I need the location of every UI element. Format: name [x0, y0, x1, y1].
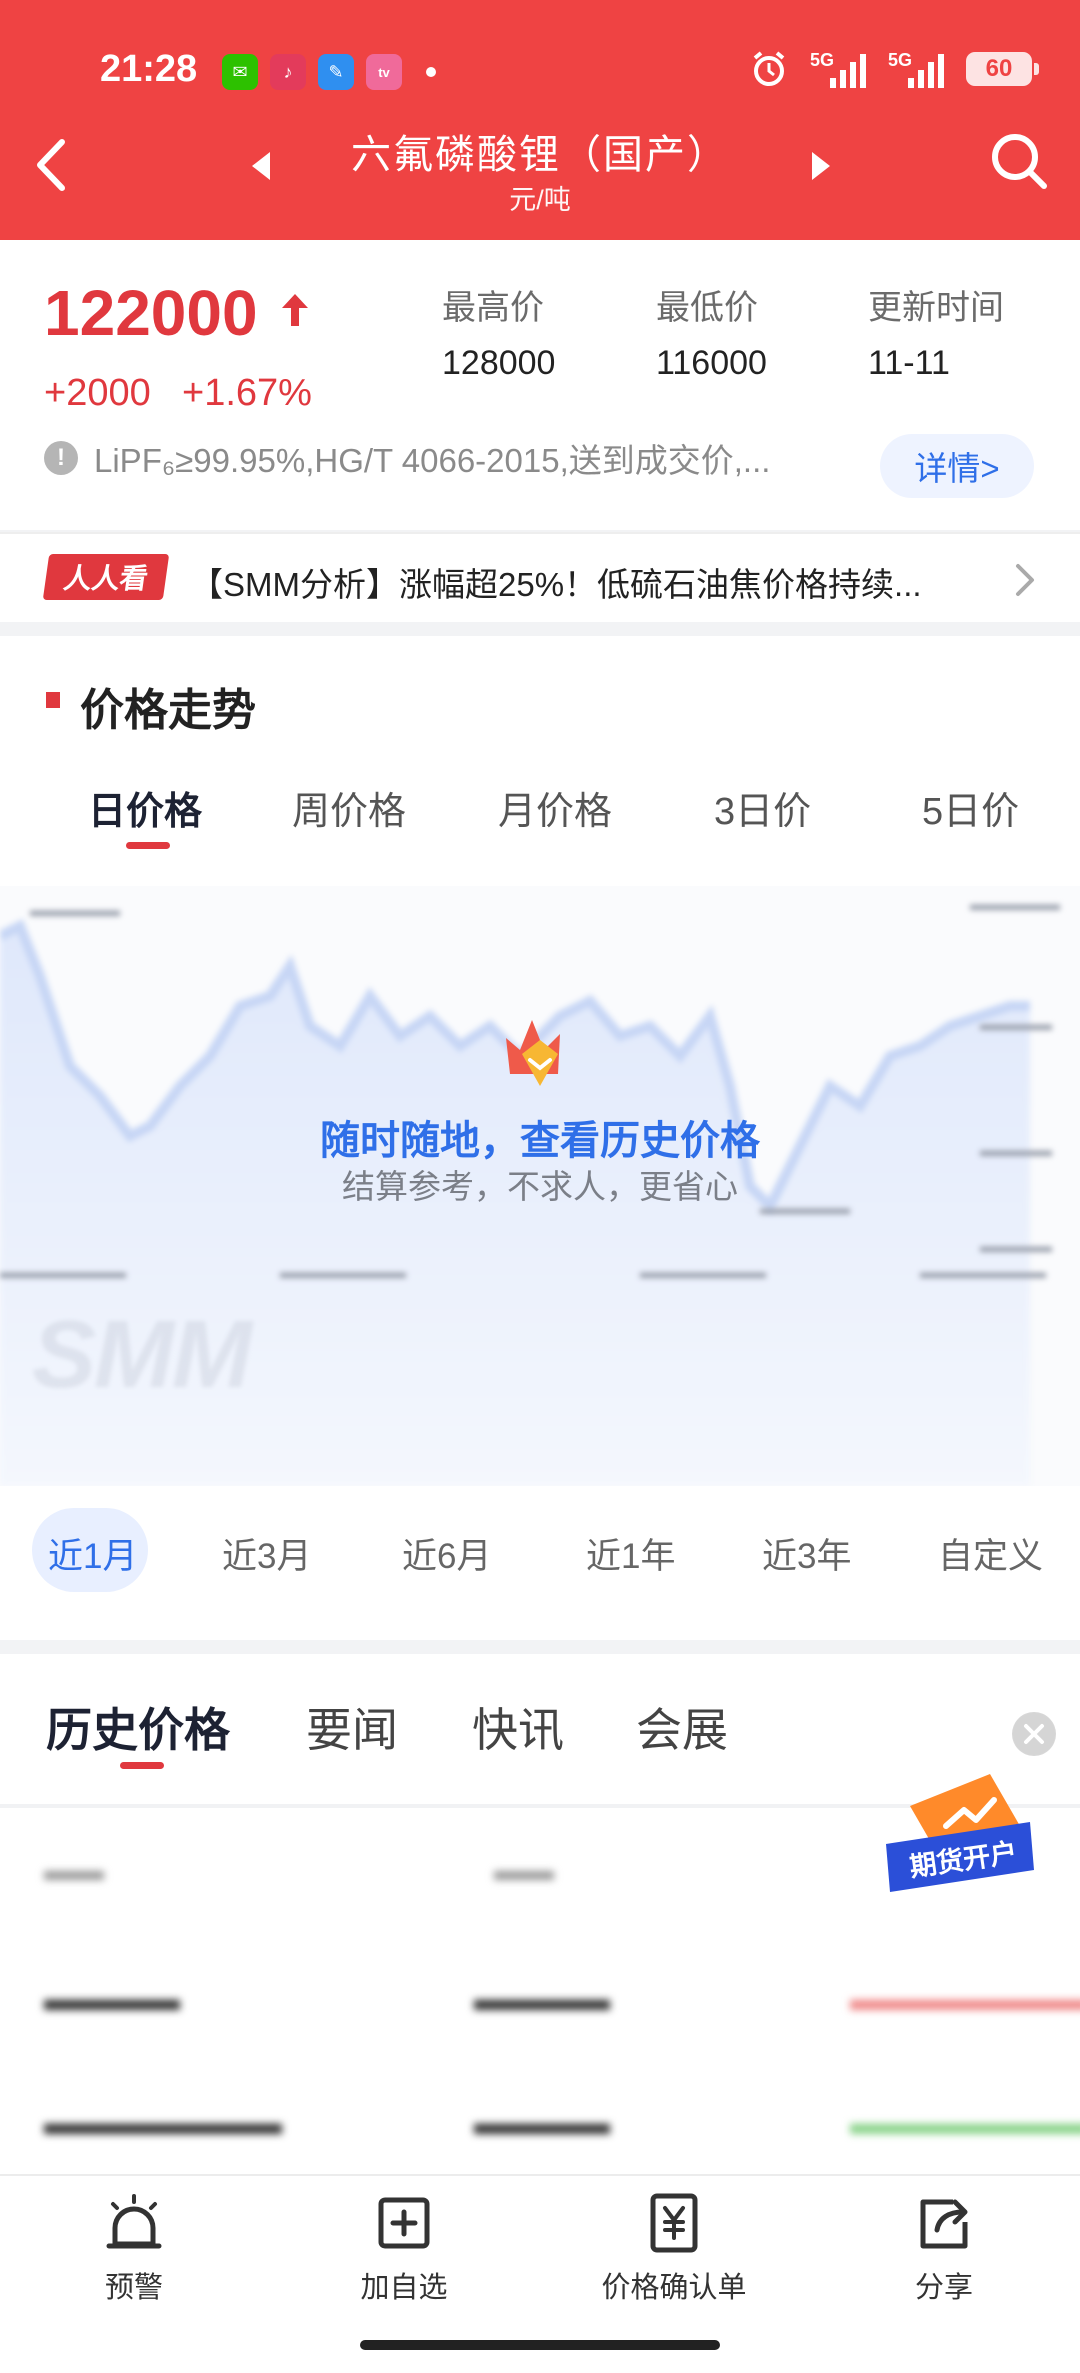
- tab-weekly-price[interactable]: 周价格: [292, 780, 406, 835]
- range-6-months[interactable]: 近6月: [402, 1528, 491, 1579]
- chart-label-blurred: ▬▬▬▬▬▬▬: [0, 1262, 126, 1282]
- current-price: 122000: [44, 277, 258, 349]
- tab-flash[interactable]: 快讯: [472, 1694, 564, 1760]
- blurred-cell: ▬▬▬▬▬▬▬: [850, 2104, 1080, 2142]
- price-unit: 元/吨: [509, 185, 571, 215]
- price-change: +2000: [44, 372, 151, 414]
- history-row-blurred: ▬▬▬▬▬▬▬ ▬▬▬▬ ▬▬▬▬▬▬▬: [0, 2064, 1080, 2184]
- high-price-label: 最高价: [442, 289, 544, 327]
- alert-button[interactable]: 预警: [24, 2192, 244, 2306]
- chart-label-blurred: ▬▬▬▬: [980, 1140, 1052, 1160]
- chart-label-blurred: ▬▬▬▬▬▬▬: [920, 1262, 1046, 1282]
- blurred-cell: ▬▬: [494, 1854, 554, 1887]
- music-icon: ♪: [270, 54, 306, 90]
- range-3-years[interactable]: 近3年: [762, 1528, 851, 1579]
- price-change-pct: +1.67%: [182, 372, 312, 414]
- trend-title: 价格走势: [80, 686, 256, 735]
- price-confirmation-label: 价格确认单: [601, 2272, 747, 2304]
- tab-3day-price[interactable]: 3日价: [714, 780, 811, 835]
- detail-button[interactable]: 详情>: [880, 434, 1034, 498]
- signal-5g-icon-2: 5G: [888, 50, 944, 88]
- bilibili-icon: tv: [366, 54, 402, 90]
- tab-monthly-price[interactable]: 月价格: [498, 780, 612, 835]
- news-ticker[interactable]: 人人看 【SMM分析】涨幅超25%！低硫石油焦价格持续...: [0, 532, 1080, 622]
- history-tab-underline: [120, 1762, 164, 1769]
- promo-subtitle: 结算参考，不求人，更省心: [342, 1168, 738, 1205]
- blurred-cell: ▬▬▬▬: [474, 1980, 610, 2018]
- promo-title: 随时随地，查看历史价格: [320, 1119, 760, 1163]
- chart-label-blurred: ▬▬▬▬▬: [970, 894, 1060, 914]
- add-watchlist-button[interactable]: 加自选: [294, 2192, 514, 2306]
- update-time-value: 11-11: [868, 344, 950, 382]
- app-header: 21:28 ✉ ♪ ✎ tv 5G 5G 60 六氟磷酸锂（国产） 元/吨: [0, 0, 1080, 240]
- price-confirmation-button[interactable]: 价格确认单: [564, 2192, 784, 2306]
- smm-watermark-logo: SMM: [32, 1301, 252, 1408]
- home-indicator[interactable]: [360, 2340, 720, 2350]
- tab-daily-price[interactable]: 日价格: [88, 780, 202, 835]
- chart-label-blurred: ▬▬▬▬▬▬▬: [640, 1262, 766, 1282]
- chart-label-blurred: ▬▬▬▬▬: [30, 900, 120, 920]
- update-time-label: 更新时间: [868, 289, 1004, 327]
- blurred-cell: ▬▬▬▬▬▬▬: [44, 2104, 282, 2142]
- ticker-headline[interactable]: 【SMM分析】涨幅超25%！低硫石油焦价格持续...: [190, 558, 990, 606]
- signal-5g-icon: 5G: [810, 50, 866, 88]
- battery-icon: 60: [966, 52, 1039, 86]
- low-price-label: 最低价: [656, 289, 758, 327]
- price-panel: 122000 +2000 +1.67% 最高价 128000 最低价 11600…: [0, 240, 1080, 530]
- chart-label-blurred: ▬▬▬▬: [980, 1014, 1052, 1034]
- chart-label-blurred: ▬▬▬▬▬▬▬: [280, 1262, 406, 1282]
- close-icon[interactable]: [1012, 1712, 1056, 1756]
- spec-row: ! LiPF₆≥99.95%,HG/T 4066-2015,送到成交价,...: [44, 436, 834, 480]
- blurred-cell: ▬▬▬▬▬▬▬: [850, 1980, 1080, 2018]
- range-1-month[interactable]: 近1月: [48, 1528, 137, 1579]
- blurred-cell: ▬▬▬▬: [44, 1980, 180, 2018]
- range-3-months[interactable]: 近3月: [222, 1528, 311, 1579]
- range-1-year[interactable]: 近1年: [586, 1528, 675, 1579]
- feather-app-icon: ✎: [318, 54, 354, 90]
- tab-5day-price[interactable]: 5日价: [922, 780, 1019, 835]
- high-price-value: 128000: [442, 344, 556, 382]
- info-icon: !: [44, 441, 78, 475]
- ticker-badge: 人人看: [42, 554, 170, 600]
- low-price-value: 116000: [656, 344, 767, 382]
- tab-underline: [126, 842, 170, 849]
- status-time: 21:28: [100, 48, 198, 90]
- price-up-arrow-icon: [282, 294, 308, 326]
- bottom-action-bar: 预警 加自选 价格确认单 分享: [0, 2174, 1080, 2373]
- alarm-clock-icon: [753, 51, 785, 86]
- page-title: 六氟磷酸锂（国产）: [351, 133, 729, 177]
- alarm-bell-icon: [106, 2194, 162, 2249]
- notification-dot-icon: [426, 67, 436, 77]
- next-product-icon[interactable]: [806, 146, 836, 186]
- alert-label: 预警: [104, 2272, 163, 2304]
- tab-history-price[interactable]: 历史价格: [46, 1694, 230, 1760]
- tab-news[interactable]: 要闻: [306, 1694, 398, 1760]
- share-label: 分享: [914, 2272, 973, 2304]
- chevron-right-icon[interactable]: [1010, 560, 1040, 600]
- share-button[interactable]: 分享: [834, 2192, 1054, 2306]
- chart-label-blurred: ▬▬▬▬: [980, 1236, 1052, 1256]
- blurred-cell: ▬▬: [44, 1854, 104, 1887]
- section-marker: [46, 692, 60, 708]
- history-section: 历史价格 要闻 快讯 会展 ▬▬ ▬▬ ▬▬▬▬ ▬▬▬▬ ▬▬▬▬▬▬▬ ▬▬…: [0, 1654, 1080, 2174]
- range-custom[interactable]: 自定义: [938, 1528, 1043, 1579]
- status-app-icons: ✉ ♪ ✎ tv: [222, 54, 436, 90]
- spec-text: LiPF₆≥99.95%,HG/T 4066-2015,送到成交价,...: [94, 442, 771, 479]
- futures-account-badge[interactable]: 期货开户: [880, 1766, 1040, 1906]
- price-trend-section: 价格走势 日价格 周价格 月价格 3日价 5日价 SMM 随时随地，查看历史价格…: [0, 636, 1080, 1640]
- yuan-document-icon: [650, 2193, 698, 2253]
- blurred-cell: ▬▬▬▬: [474, 2104, 610, 2142]
- history-row-blurred: ▬▬▬▬ ▬▬▬▬ ▬▬▬▬▬▬▬: [0, 1940, 1080, 2060]
- share-icon: [920, 2199, 968, 2249]
- crown-badge-icon: [506, 1020, 560, 1086]
- price-chart-area[interactable]: SMM 随时随地，查看历史价格 结算参考，不求人，更省心 ▬▬▬▬▬ ▬▬▬▬▬…: [0, 886, 1080, 1486]
- add-watchlist-label: 加自选: [360, 2272, 448, 2304]
- search-icon[interactable]: [988, 130, 1050, 192]
- chart-label-blurred: ▬▬▬▬▬: [760, 1198, 850, 1218]
- status-right: 5G 5G 60: [750, 50, 1039, 88]
- tab-exhibitions[interactable]: 会展: [636, 1694, 728, 1760]
- wechat-icon: ✉: [222, 54, 258, 90]
- add-square-icon: [378, 2197, 430, 2249]
